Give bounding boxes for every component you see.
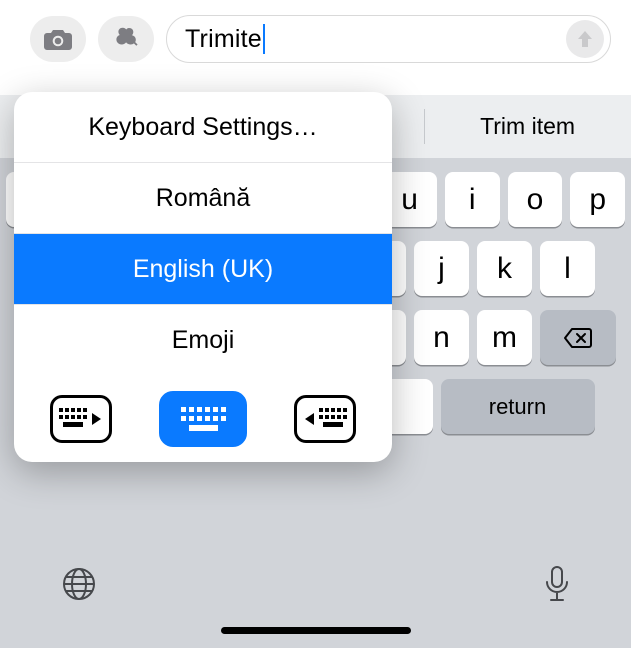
keyboard-bottom-bar xyxy=(0,548,631,648)
send-arrow-icon xyxy=(576,29,594,49)
globe-button[interactable] xyxy=(60,565,98,603)
key-o[interactable]: o xyxy=(508,172,563,227)
camera-button[interactable] xyxy=(30,16,86,62)
key-i[interactable]: i xyxy=(445,172,500,227)
menu-romana[interactable]: Română xyxy=(14,163,392,234)
message-input-value: Trimite xyxy=(185,25,262,54)
mic-icon xyxy=(543,564,571,604)
dock-left-button[interactable] xyxy=(50,395,112,443)
compose-bar: Trimite xyxy=(0,0,631,81)
keyboard-icon xyxy=(177,404,229,434)
keyboard-switcher-menu: Keyboard Settings… Română English (UK) E… xyxy=(14,92,392,462)
key-m[interactable]: m xyxy=(477,310,532,365)
keyboard-dock-left-icon xyxy=(59,406,103,432)
dictation-button[interactable] xyxy=(543,564,571,604)
key-j[interactable]: j xyxy=(414,241,469,296)
keyboard-dock-right-icon xyxy=(303,406,347,432)
menu-emoji[interactable]: Emoji xyxy=(14,305,392,376)
dock-center-button[interactable] xyxy=(159,391,247,447)
key-n[interactable]: n xyxy=(414,310,469,365)
keyboard-dock-options xyxy=(14,376,392,462)
backspace-icon xyxy=(563,327,593,349)
key-p[interactable]: p xyxy=(570,172,625,227)
return-key[interactable]: return xyxy=(441,379,595,434)
key-k[interactable]: k xyxy=(477,241,532,296)
dock-right-button[interactable] xyxy=(294,395,356,443)
menu-keyboard-settings[interactable]: Keyboard Settings… xyxy=(14,92,392,163)
home-indicator[interactable] xyxy=(221,627,411,634)
apps-button[interactable] xyxy=(98,16,154,62)
send-button[interactable] xyxy=(566,20,604,58)
backspace-key[interactable] xyxy=(540,310,616,365)
text-cursor xyxy=(263,24,265,54)
menu-english-uk[interactable]: English (UK) xyxy=(14,234,392,305)
globe-icon xyxy=(60,565,98,603)
apps-icon xyxy=(111,24,141,54)
key-l[interactable]: l xyxy=(540,241,595,296)
camera-icon xyxy=(43,27,73,51)
message-input[interactable]: Trimite xyxy=(166,15,611,63)
suggestion-right[interactable]: Trim item xyxy=(424,95,631,158)
